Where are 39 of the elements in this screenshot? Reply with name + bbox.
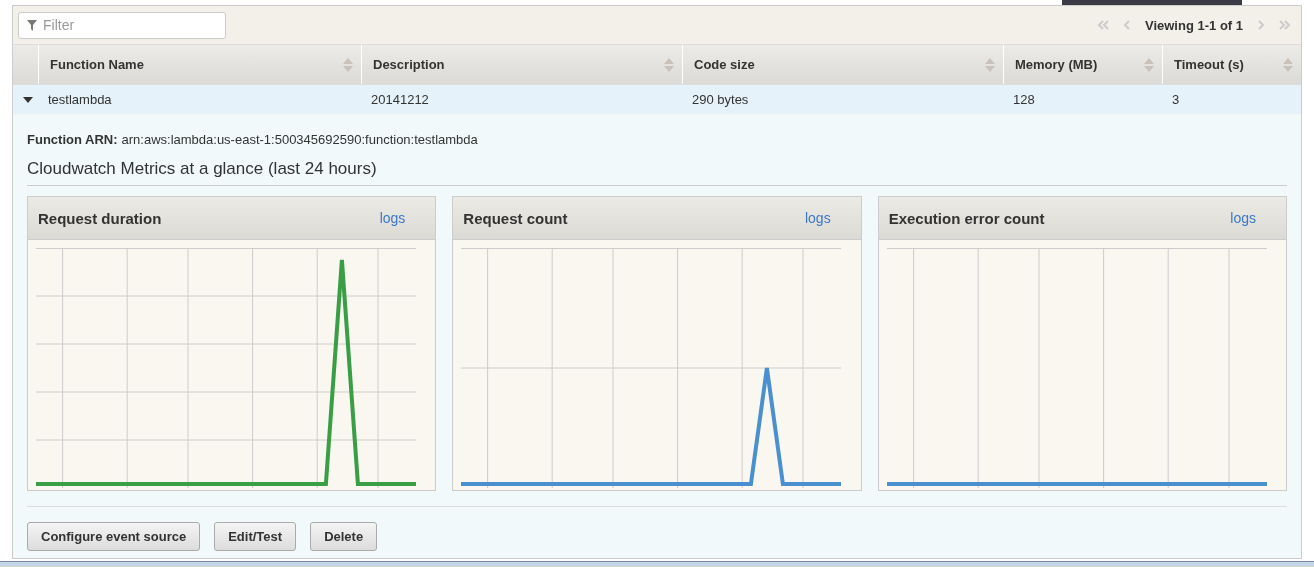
table-cell: 20141212: [371, 92, 429, 107]
panel-title: Request duration: [38, 209, 162, 227]
table-cell: testlambda: [48, 92, 112, 107]
column-header[interactable]: Timeout (s): [1162, 45, 1301, 84]
table-cell: 290 bytes: [692, 92, 749, 107]
logs-link[interactable]: logs: [379, 210, 406, 226]
action-button[interactable]: Configure event source: [27, 522, 201, 551]
first-page-icon: [1097, 20, 1109, 30]
next-page-icon: [1257, 20, 1265, 30]
column-title: Description: [373, 57, 445, 72]
arn-label: Function ARN:: [27, 132, 118, 147]
column-header[interactable]: Memory (MB): [1003, 45, 1162, 84]
sort-icon: [1283, 56, 1293, 73]
column-header[interactable]: Function Name: [38, 45, 361, 84]
pagination-label: Viewing 1-1 of 1: [1145, 17, 1243, 33]
table-cell: 3: [1172, 92, 1180, 107]
column-title: Memory (MB): [1015, 57, 1098, 72]
previous-page-icon: [1123, 20, 1131, 30]
collapse-icon: [23, 96, 33, 103]
arn-value: arn:aws:lambda:us-east-1:500345692590:function:testlambda: [121, 132, 478, 147]
table-row[interactable]: testlambda 20141212 290 bytes 128 3: [13, 85, 1301, 114]
section-heading: Cloudwatch Metrics at a glance (last 24 hours): [27, 159, 1287, 186]
column-title: Code size: [694, 57, 755, 72]
column-header[interactable]: Code size: [682, 45, 1003, 84]
filter-field[interactable]: Filter: [18, 11, 226, 39]
sort-icon: [664, 56, 674, 73]
panel-title: Request count: [463, 209, 568, 227]
action-button[interactable]: Edit/Test: [214, 522, 297, 551]
action-button[interactable]: Delete: [310, 522, 378, 551]
sort-icon: [343, 56, 353, 73]
filter-icon: [27, 19, 37, 31]
column-title: Function Name: [50, 57, 144, 72]
sort-icon: [1144, 56, 1154, 73]
panel-title: Execution error count: [888, 209, 1045, 227]
table-cell: 128: [1013, 92, 1035, 107]
column-title: Timeout (s): [1174, 57, 1244, 72]
last-page-icon: [1279, 20, 1291, 30]
column-header[interactable]: Description: [361, 45, 682, 84]
sort-icon: [985, 56, 995, 73]
